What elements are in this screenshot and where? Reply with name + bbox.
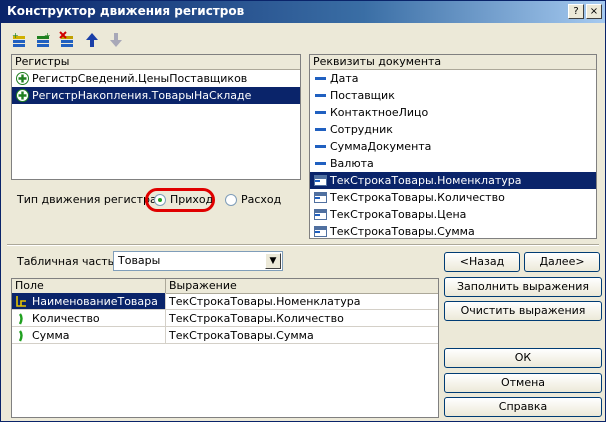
help-title-button[interactable]: ?	[568, 4, 584, 19]
attribute-icon	[314, 89, 327, 102]
expression-cell[interactable]: ТекСтрокаТовары.Сумма	[166, 327, 438, 344]
add-all-icon[interactable]: +	[35, 31, 53, 49]
movement-type-label: Тип движения регистра:	[17, 193, 161, 206]
table-row[interactable]: Количество ТекСтрокаТовары.Количество	[12, 310, 438, 327]
table-row[interactable]: Сумма ТекСтрокаТовары.Сумма	[12, 327, 438, 344]
requisite-item[interactable]: КонтактноеЛицо	[310, 104, 596, 121]
registers-panel: Регистры РегистрСведений.ЦеныПоставщиков…	[11, 54, 301, 180]
attribute-icon	[314, 72, 327, 85]
requisite-item[interactable]: Валюта	[310, 155, 596, 172]
expression-cell[interactable]: ТекСтрокаТовары.Количество	[166, 310, 438, 327]
window-title: Конструктор движения регистров	[7, 4, 245, 18]
requisites-panel: Реквизиты документа Дата Поставщик Конта…	[309, 54, 597, 239]
svg-text:+: +	[12, 31, 19, 40]
clear-expressions-button[interactable]: Очистить выражения	[444, 301, 602, 321]
expense-radio-label[interactable]: Расход	[241, 193, 281, 206]
expression-column-header: Выражение	[169, 279, 237, 292]
accumulation-register-icon	[16, 89, 29, 102]
requisite-item[interactable]: Сотрудник	[310, 121, 596, 138]
requisite-item[interactable]: ТекСтрокаТовары.Количество	[310, 189, 596, 206]
field-cell[interactable]: Сумма	[12, 327, 166, 344]
highlight-ring	[145, 188, 215, 212]
requisite-item[interactable]: Поставщик	[310, 87, 596, 104]
accumulation-register-icon	[16, 72, 29, 85]
field-cell[interactable]: НаименованиеТовара	[12, 293, 166, 310]
close-title-button[interactable]: ×	[586, 4, 602, 19]
fields-grid: Поле Выражение НаименованиеТовара ТекСтр…	[11, 278, 439, 418]
requisite-item[interactable]: СуммаДокумента	[310, 138, 596, 155]
tabular-part-value: Товары	[118, 254, 161, 267]
requisite-item[interactable]: ТекСтрокаТовары.Номенклатура	[310, 172, 596, 189]
tabular-part-label: Табличная часть:	[17, 255, 118, 268]
ok-button[interactable]: ОК	[444, 348, 602, 368]
dialog-window: Конструктор движения регистров ? × + + Р…	[0, 0, 606, 422]
next-button[interactable]: Далее>	[524, 252, 600, 272]
table-column-icon	[314, 174, 327, 187]
move-down-icon[interactable]	[107, 31, 125, 49]
requisite-item[interactable]: ТекСтрокаТовары.Цена	[310, 206, 596, 223]
svg-text:+: +	[44, 31, 51, 40]
attribute-icon	[314, 140, 327, 153]
field-cell[interactable]: Количество	[12, 310, 166, 327]
table-column-icon	[314, 191, 327, 204]
attribute-icon	[314, 123, 327, 136]
register-item[interactable]: РегистрСведений.ЦеныПоставщиков	[12, 70, 300, 87]
table-row[interactable]: НаименованиеТовара ТекСтрокаТовары.Номен…	[12, 293, 438, 310]
add-register-icon[interactable]: +	[11, 31, 29, 49]
attribute-icon	[314, 106, 327, 119]
fill-expressions-button[interactable]: Заполнить выражения	[444, 277, 602, 297]
chevron-down-icon[interactable]: ▼	[265, 253, 281, 269]
requisites-header: Реквизиты документа	[310, 55, 596, 70]
table-column-icon	[314, 225, 327, 238]
registers-header: Регистры	[12, 55, 300, 70]
requisite-item[interactable]: ТекСтрокаТовары.Сумма	[310, 223, 596, 238]
cancel-button[interactable]: Отмена	[444, 373, 602, 393]
title-bar: Конструктор движения регистров ? ×	[1, 1, 605, 23]
expression-cell[interactable]: ТекСтрокаТовары.Номенклатура	[166, 293, 438, 310]
field-column-header: Поле	[15, 279, 44, 292]
expense-radio[interactable]	[225, 194, 237, 206]
help-button[interactable]: Справка	[444, 397, 602, 417]
register-item[interactable]: РегистрНакопления.ТоварыНаСкладе	[12, 87, 300, 104]
requisite-item[interactable]: Дата	[310, 70, 596, 87]
resource-icon	[15, 329, 28, 347]
separator	[7, 244, 599, 246]
attribute-icon	[314, 157, 327, 170]
move-up-icon[interactable]	[83, 31, 101, 49]
delete-register-icon[interactable]	[59, 31, 77, 49]
table-column-icon	[314, 208, 327, 221]
grid-header: Поле Выражение	[12, 279, 438, 294]
back-button[interactable]: <Назад	[444, 252, 520, 272]
tabular-part-select[interactable]: Товары ▼	[113, 251, 283, 271]
